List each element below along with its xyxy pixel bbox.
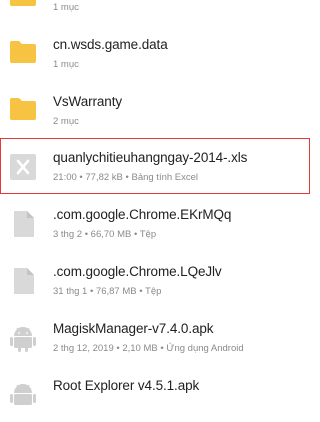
folder-icon bbox=[9, 40, 37, 68]
file-detail: 3 thg 2 • 66,70 MB • Tệp bbox=[53, 229, 157, 240]
file-detail: 1 mục bbox=[53, 2, 79, 13]
generic-file-icon bbox=[9, 210, 37, 238]
file-row-excel-selected[interactable]: quanlychitieuhangngay-2014-.xls 21:00 • … bbox=[0, 138, 310, 194]
file-name: VsWarranty bbox=[53, 94, 123, 109]
file-row-partial-bottom[interactable]: Root Explorer v4.5.1.apk bbox=[0, 365, 311, 422]
file-row-cn-wsds-game-data[interactable]: cn.wsds.game.data 1 mục bbox=[0, 24, 311, 81]
android-icon bbox=[9, 381, 37, 409]
file-detail: 2 mục bbox=[53, 116, 79, 127]
file-row-magisk-apk[interactable]: MagiskManager-v7.4.0.apk 2 thg 12, 2019 … bbox=[0, 308, 311, 365]
folder-icon bbox=[9, 0, 37, 11]
file-name: cn.wsds.game.data bbox=[53, 37, 168, 52]
file-row-chrome-lqejlv[interactable]: .com.google.Chrome.LQeJlv 31 thg 1 • 76,… bbox=[0, 251, 311, 308]
file-name: MagiskManager-v7.4.0.apk bbox=[53, 321, 214, 336]
file-row-chrome-ekrmqq[interactable]: .com.google.Chrome.EKrMQq 3 thg 2 • 66,7… bbox=[0, 194, 311, 251]
excel-file-icon bbox=[9, 153, 37, 181]
file-row-vswarranty[interactable]: VsWarranty 2 mục bbox=[0, 81, 311, 138]
file-name: Root Explorer v4.5.1.apk bbox=[53, 378, 200, 393]
file-row-partial-top[interactable]: 1 mục bbox=[0, 0, 311, 24]
file-detail: 21:00 • 77,82 kB • Bảng tính Excel bbox=[53, 172, 199, 183]
android-icon bbox=[9, 324, 37, 352]
file-detail: 1 mục bbox=[53, 59, 79, 70]
file-detail: 31 thg 1 • 76,87 MB • Tệp bbox=[53, 286, 162, 297]
generic-file-icon bbox=[9, 267, 37, 295]
file-list: 1 mục cn.wsds.game.data 1 mục VsWarranty… bbox=[0, 0, 311, 422]
file-detail: 2 thg 12, 2019 • 2,10 MB • Ứng dụng Andr… bbox=[53, 343, 244, 354]
folder-icon bbox=[9, 97, 37, 125]
file-name: .com.google.Chrome.LQeJlv bbox=[53, 264, 222, 279]
file-name: quanlychitieuhangngay-2014-.xls bbox=[53, 150, 248, 165]
file-name: .com.google.Chrome.EKrMQq bbox=[53, 207, 232, 222]
